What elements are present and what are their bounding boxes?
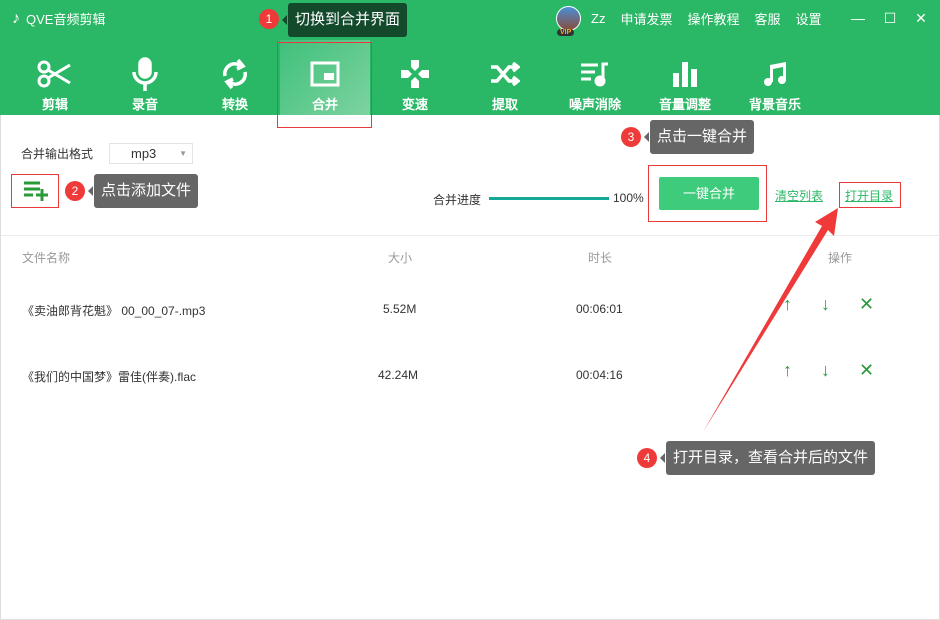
annotation-arrow: [0, 0, 940, 620]
